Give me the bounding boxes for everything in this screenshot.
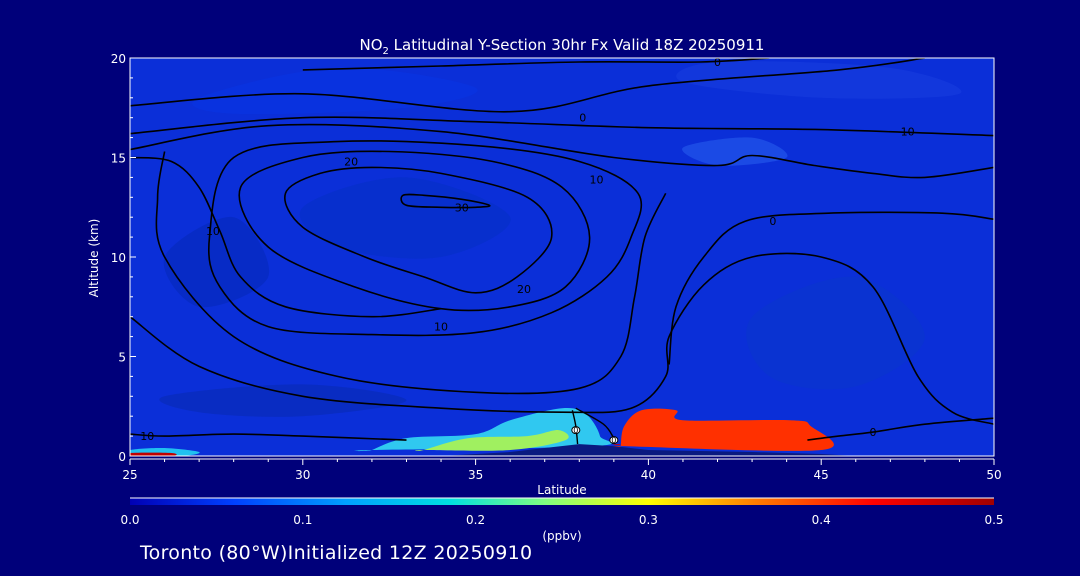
- chart-title: NO2 Latitudinal Y-Section 30hr Fx Valid …: [360, 36, 765, 57]
- chart-svg: NO2 Latitudinal Y-Section 30hr Fx Valid …: [87, 36, 1004, 543]
- contour-label: 10: [590, 173, 604, 186]
- colorbar-unit-label: (ppbv): [542, 529, 581, 543]
- contour-label: 30: [455, 201, 469, 214]
- title-prefix: NO: [360, 36, 383, 54]
- x-axis-label: Latitude: [537, 483, 586, 497]
- y-axis-label: Altitude (km): [87, 219, 101, 298]
- contour-label: 0: [769, 215, 776, 228]
- colorbar-tick-label: 0.4: [812, 513, 831, 527]
- y-tick-label: 15: [111, 152, 126, 166]
- colorbar-tick-label: 0.0: [120, 513, 139, 527]
- contour-label: 0: [870, 426, 877, 439]
- colorbar-tick-label: 0.2: [466, 513, 485, 527]
- x-axis: 25 30 35 40 45 50: [122, 458, 1002, 482]
- contour-label: 10: [434, 321, 448, 334]
- plot-area: 30202010101010000010 00: [130, 58, 994, 456]
- x-tick-label: 30: [295, 468, 310, 482]
- colorbar-tick-label: 0.3: [639, 513, 658, 527]
- contour-label: 20: [517, 283, 531, 296]
- contour-marker-label: 0: [611, 436, 616, 445]
- x-tick-label: 45: [814, 468, 829, 482]
- contour-label: 10: [140, 430, 154, 443]
- contour-label: 20: [344, 155, 358, 168]
- contour-label: 10: [901, 126, 915, 139]
- y-tick-label: 5: [118, 351, 126, 365]
- colorbar-tick-label: 0.5: [984, 513, 1003, 527]
- title-suffix: Latitudinal Y-Section 30hr Fx Valid 18Z …: [389, 36, 765, 54]
- colorbar-gradient: [130, 498, 994, 505]
- y-tick-label: 0: [118, 450, 126, 464]
- x-tick-label: 25: [122, 468, 137, 482]
- contour-marker-label: 0: [573, 426, 578, 435]
- footer-label: Toronto (80°W)Initialized 12Z 20250910: [140, 542, 533, 564]
- x-tick-label: 50: [986, 468, 1001, 482]
- y-tick-label: 10: [111, 251, 126, 265]
- contour-label: 0: [579, 112, 586, 125]
- colorbar-ticks: 0.0 0.1 0.2 0.3 0.4 0.5: [120, 513, 1003, 527]
- colorbar-tick-label: 0.1: [293, 513, 312, 527]
- colorbar: 0.0 0.1 0.2 0.3 0.4 0.5 (ppbv): [120, 497, 1004, 543]
- x-tick-label: 35: [468, 468, 483, 482]
- contour-label: 10: [206, 225, 220, 238]
- x-tick-label: 40: [641, 468, 656, 482]
- y-tick-label: 20: [111, 52, 126, 66]
